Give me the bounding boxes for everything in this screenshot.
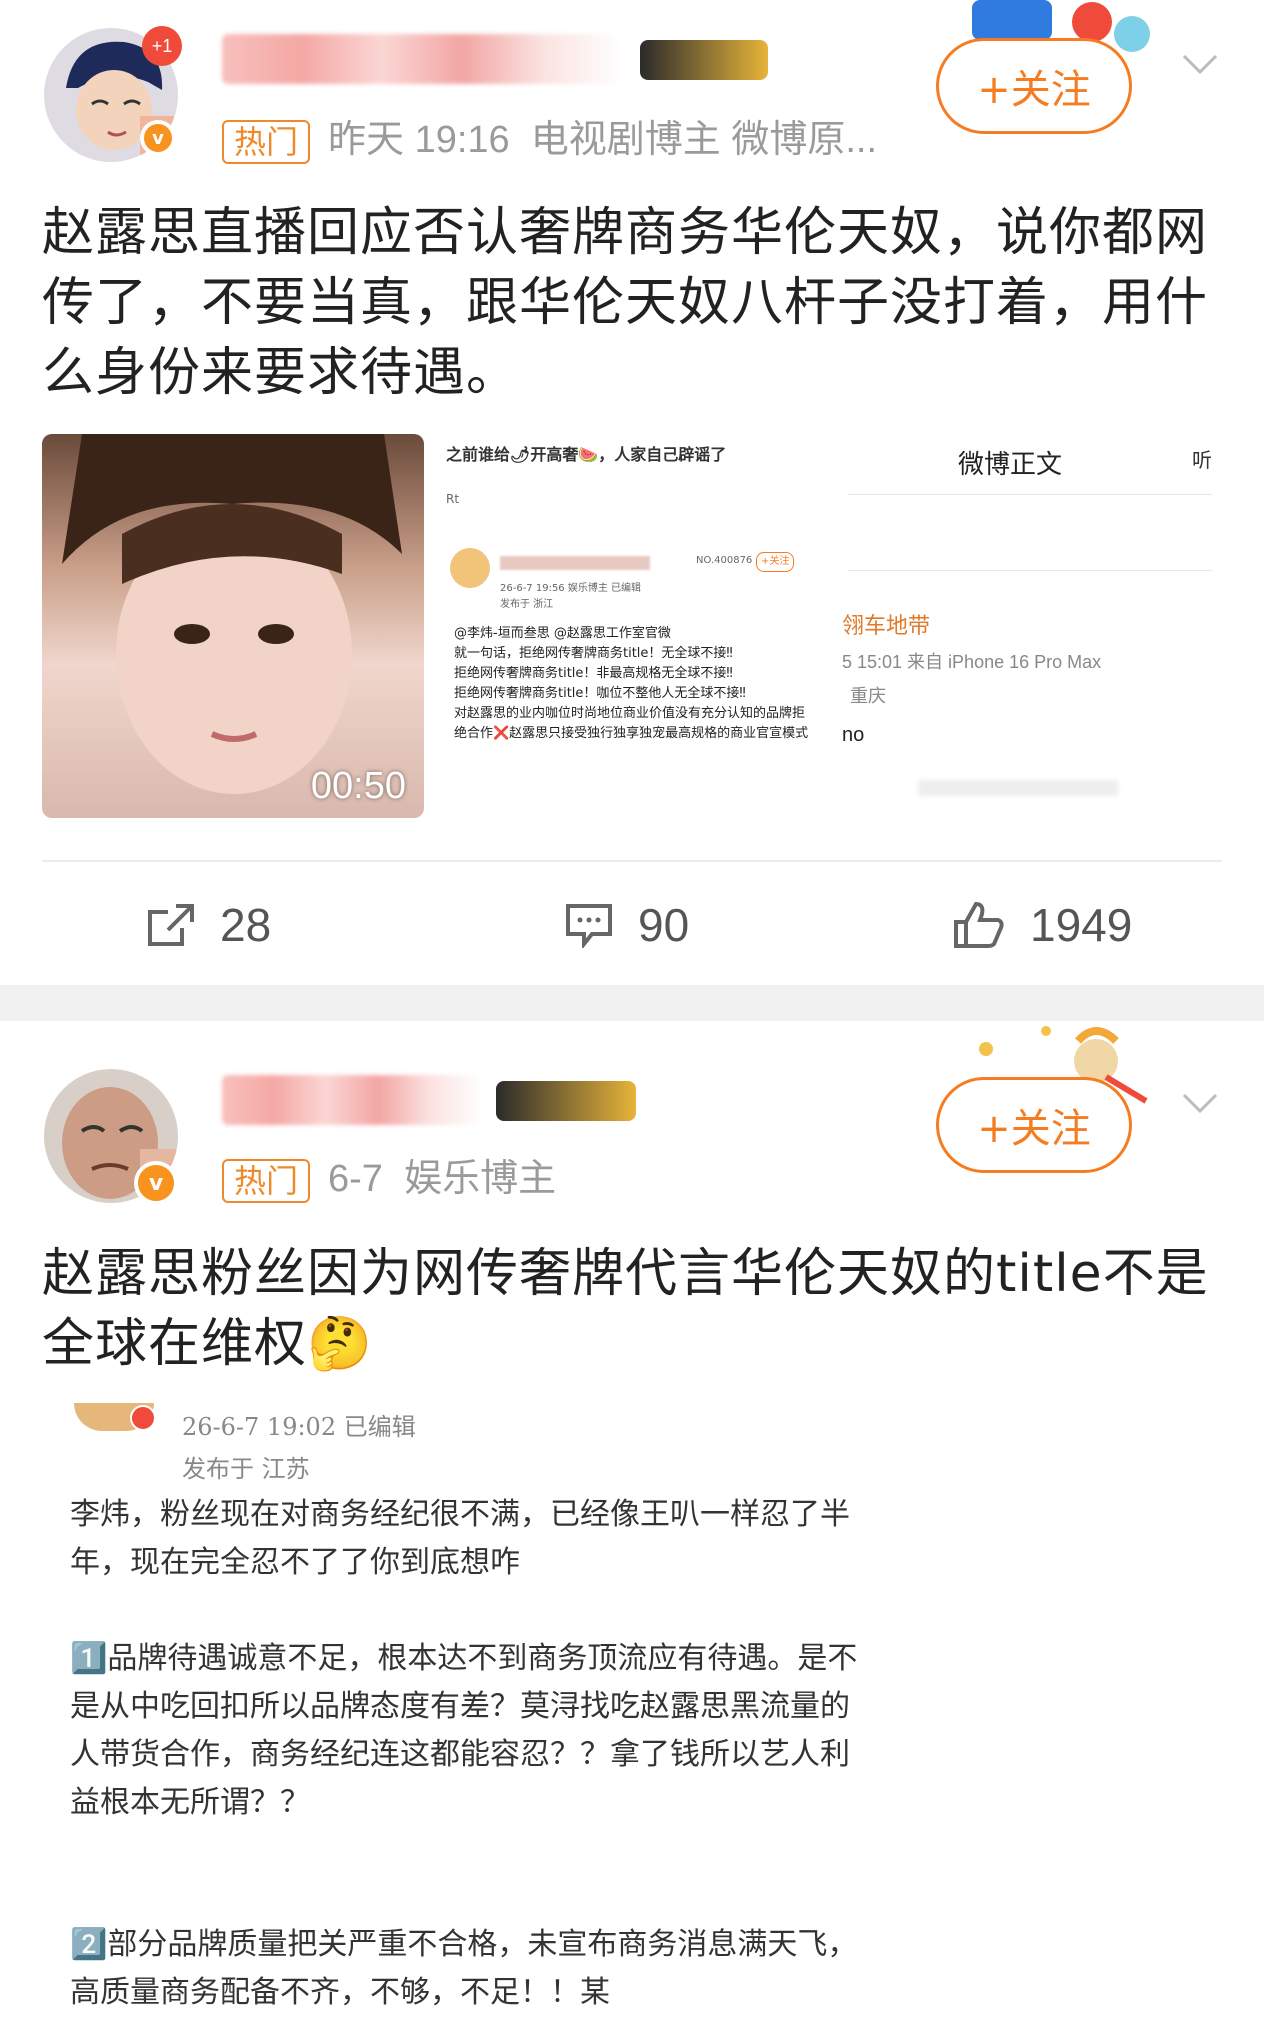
chevron-down-icon[interactable] [1180, 44, 1220, 84]
member-level-badge [496, 1081, 636, 1121]
hot-tag: 热门 [222, 1158, 311, 1203]
quote-location: 发布于 江苏 [182, 1455, 310, 1483]
post-meta: 热门 昨天 19:16 电视剧博主 微博原... [222, 108, 877, 164]
screenshot-caption: 之前谁给🌶开高奢🍉，人家自己辟谣了 [446, 445, 727, 464]
inner-follow: +关注 [756, 552, 795, 572]
screenshot-thumbnail-2[interactable]: 微博正文 听 翎车地带 5 15:01 来自 iPhone 16 Pro Max… [838, 434, 1222, 818]
quote-verify-icon [130, 1405, 156, 1431]
screenshot-b-sep1 [848, 494, 1212, 495]
weibo-post-1: v +1 热门 昨天 19:16 电视剧博主 微博原... +关注 赵露思直播回应… [0, 0, 1264, 985]
repost-button[interactable]: 28 [146, 890, 271, 960]
video-duration: 00:50 [310, 765, 406, 807]
screenshot-b-text: no [842, 724, 865, 746]
like-count: 1949 [1030, 899, 1133, 951]
post-time: 昨天 19:16 [328, 119, 510, 161]
author-name-blurred[interactable] [222, 1075, 482, 1125]
actions-separator [42, 860, 1222, 862]
comment-count: 90 [638, 899, 690, 951]
member-level-badge [640, 40, 768, 80]
quote-paragraph-3: 2️⃣部分品牌质量把关严重不合格，未宣布商务消息满天飞，高质量商务配备不齐，不够… [70, 1927, 858, 2010]
author-name-blurred[interactable] [222, 34, 622, 84]
comment-button[interactable]: 90 [564, 890, 689, 960]
verified-badge-icon: v [140, 120, 176, 156]
media-row: 00:50 之前谁给🌶开高奢🍉，人家自己辟谣了 Rt NO.400876 +关注… [42, 434, 1222, 818]
post-time: 6-7 [328, 1158, 383, 1200]
hot-tag: 热门 [222, 119, 311, 164]
post-meta: 热门 6-7 娱乐博主 [222, 1147, 556, 1203]
video-thumbnail[interactable]: 00:50 [42, 434, 424, 818]
inner-name-blurred [500, 556, 650, 570]
chevron-down-icon[interactable] [1180, 1083, 1220, 1123]
follow-button[interactable]: +关注 [936, 1077, 1132, 1173]
inner-no: NO.400876 [696, 555, 753, 566]
screenshot-rt: Rt [446, 492, 460, 506]
screenshot-thumbnail-1[interactable]: 之前谁给🌶开高奢🍉，人家自己辟谣了 Rt NO.400876 +关注 26-6-… [436, 434, 828, 818]
repost-count: 28 [220, 899, 272, 951]
listen-icon: 听 [1192, 444, 1212, 473]
post-text: 赵露思粉丝因为网传奢牌代言华伦天奴的title不是全球在维权🤔 [42, 1244, 1209, 1374]
screenshot-b-sep2 [848, 570, 1212, 571]
quote-meta: 26-6-7 19:02 已编辑 [182, 1413, 416, 1441]
post-text: 赵露思直播回应否认奢牌商务华伦天奴，说你都网传了，不要当真，跟华伦天奴八杆子没打… [42, 203, 1209, 403]
screenshot-b-location: 重庆 [850, 686, 886, 707]
author-tags: 电视剧博主 微博原... [530, 119, 878, 161]
inner-body: @李炜-垣而叁思 @赵露思工作室官微 就一句话，拒绝网传奢牌商务title！无全… [454, 626, 809, 741]
verified-badge-icon: v [134, 1161, 178, 1205]
weibo-post-2: v 热门 6-7 娱乐博主 +关注 赵露思粉丝因为网传奢牌代言华伦天奴的title… [0, 1021, 1264, 2037]
repost-icon [148, 904, 194, 946]
screenshot-b-watermark [918, 780, 1118, 796]
feed-separator [0, 985, 1264, 1021]
comment-icon [566, 904, 612, 948]
screenshot-b-name: 翎车地带 [842, 614, 931, 639]
notification-badge: +1 [142, 26, 182, 66]
quote-paragraph-1: 李炜，粉丝现在对商务经纪很不满，已经像王叭一样忍了半年，现在完全忍不了了你到底想… [70, 1497, 850, 1580]
inner-location: 发布于 浙江 [500, 599, 554, 610]
follow-button[interactable]: +关注 [936, 38, 1132, 134]
like-button[interactable]: 1949 [952, 890, 1132, 960]
thumbs-up-icon [954, 901, 1004, 948]
listen-label: 听 [1192, 448, 1212, 472]
screenshot-b-header: 微博正文 [958, 450, 1063, 480]
inner-avatar [450, 548, 490, 588]
quote-paragraph-2: 1️⃣品牌待遇诚意不足，根本达不到商务顶流应有待遇。是不是从中吃回扣所以品牌态度… [70, 1641, 858, 1820]
screenshot-b-time: 5 15:01 来自 iPhone 16 Pro Max [842, 652, 1102, 672]
author-tags: 娱乐博主 [404, 1158, 557, 1200]
